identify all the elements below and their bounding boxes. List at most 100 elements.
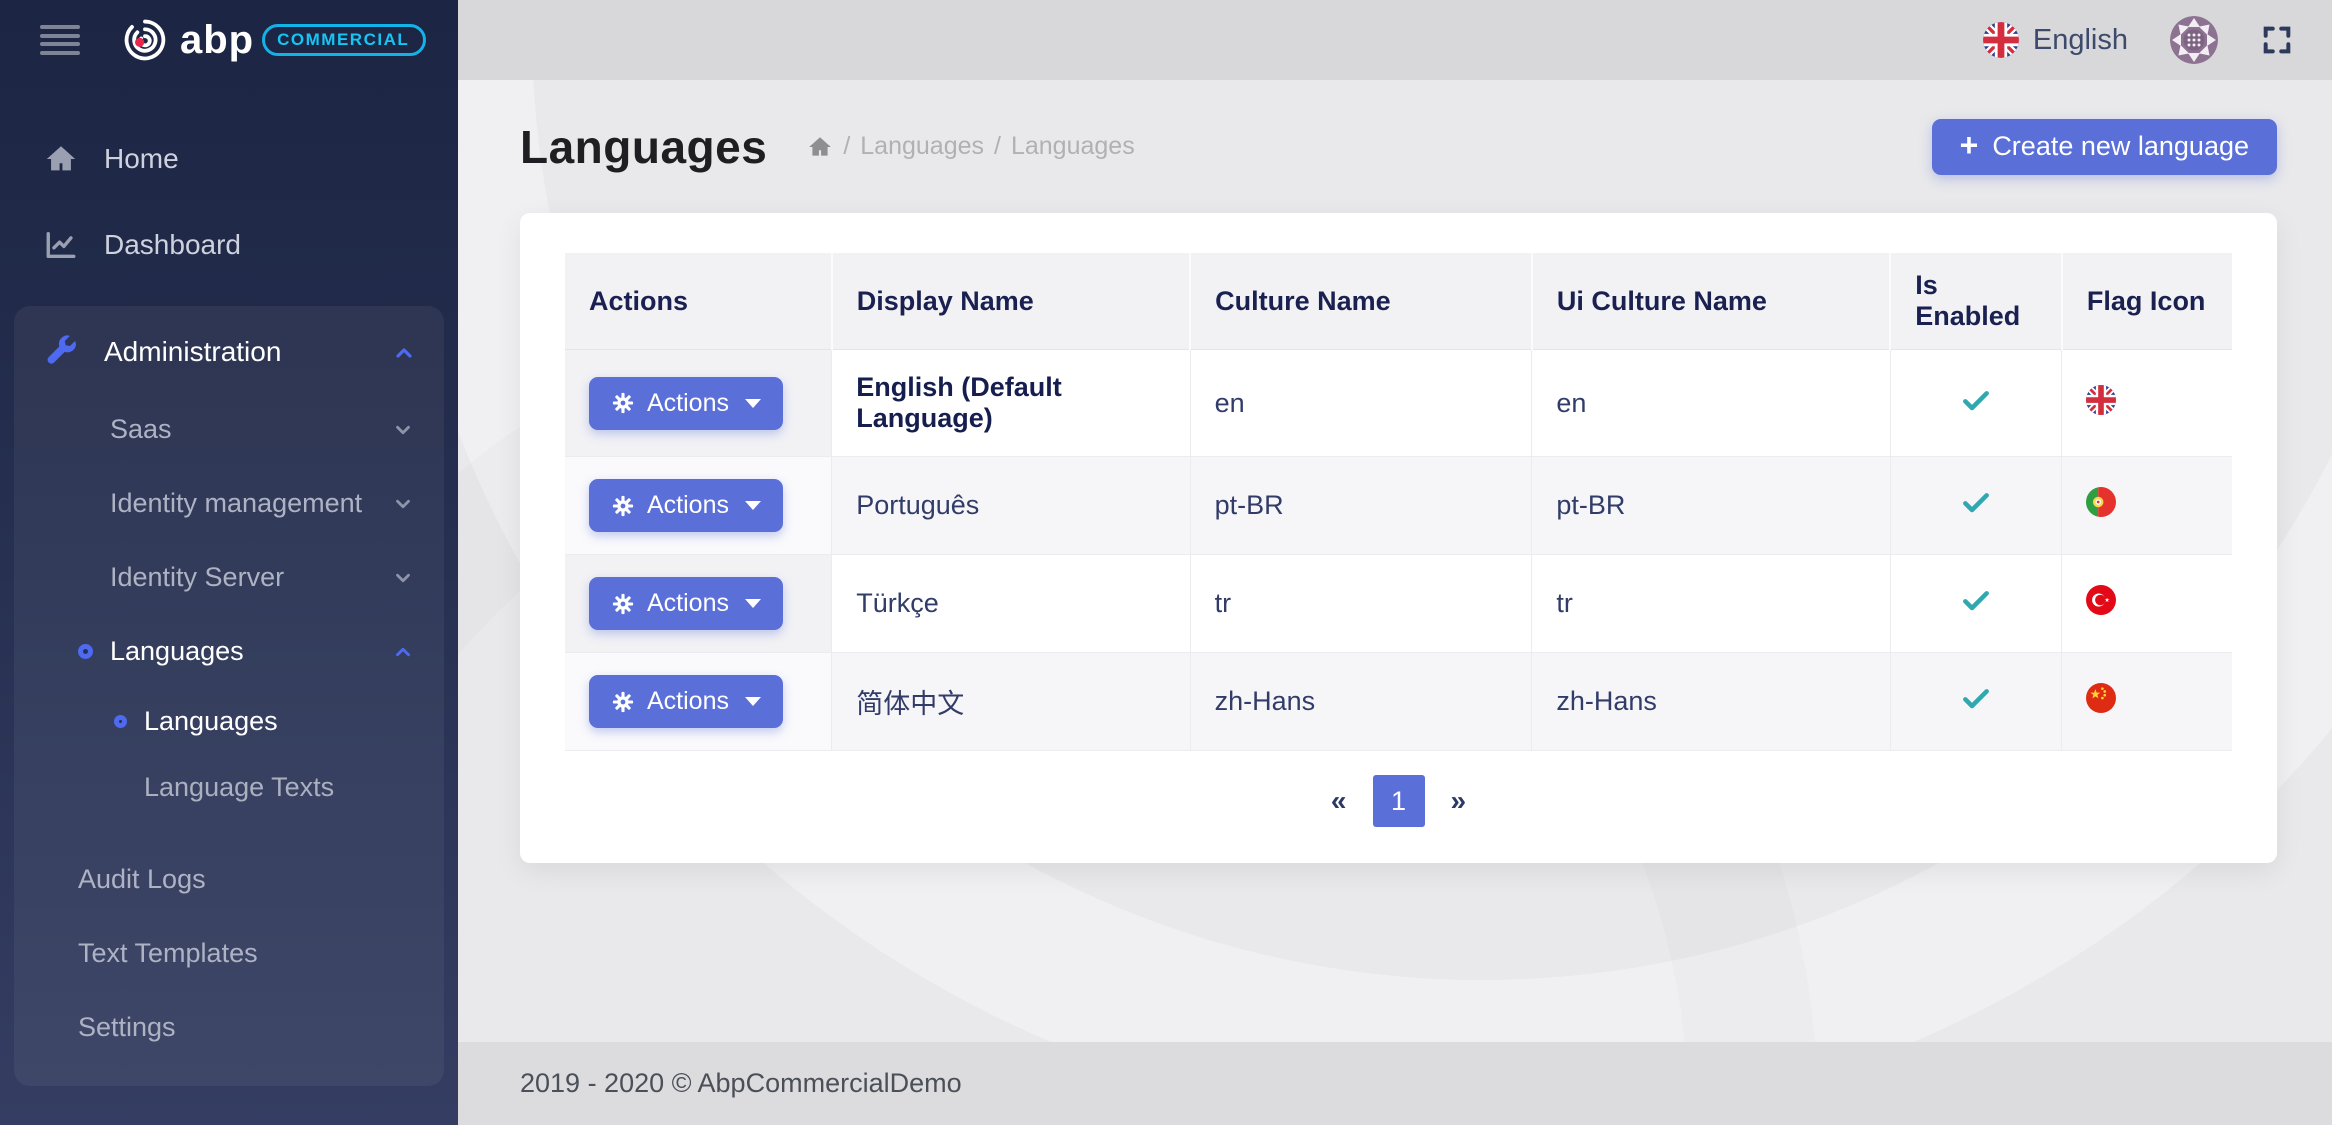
sidebar-item-label: Language Texts [144,772,334,803]
sidebar-item-identity-management[interactable]: Identity management [14,466,444,540]
breadcrumb: / Languages / Languages [807,132,1134,161]
language-switcher[interactable]: English [1983,22,2128,58]
dot-circle-icon [114,715,127,728]
culture-name-cell: tr [1190,555,1532,653]
sidebar-item-language-texts[interactable]: Language Texts [14,754,444,820]
sidebar-item-settings[interactable]: Settings [14,990,444,1064]
actions-button-label: Actions [647,589,729,618]
table-body: ActionsEnglish (Default Language)enenAct… [565,350,2232,751]
column-header-culture-name: Culture Name [1190,253,1532,350]
caret-down-icon [745,599,761,608]
flag-icon-cell [2062,457,2232,555]
tr-flag-icon [2086,585,2116,615]
is-enabled-cell [1890,350,2062,457]
table-header-row: Actions Display Name Culture Name Ui Cul… [565,253,2232,350]
check-icon [1960,392,1992,422]
copyright-text: 2019 - 2020 © AbpCommercialDemo [520,1068,962,1099]
ui-culture-name-cell: zh-Hans [1532,653,1890,751]
check-icon [1960,592,1992,622]
sidebar-item-home[interactable]: Home [0,116,458,202]
table-row: ActionsEnglish (Default Language)enen [565,350,2232,457]
is-enabled-cell [1890,457,2062,555]
languages-table: Actions Display Name Culture Name Ui Cul… [565,253,2232,751]
sidebar-item-audit-logs[interactable]: Audit Logs [14,842,444,916]
wrench-icon [44,335,78,369]
flag-icon-cell [2062,350,2232,457]
dashboard-chart-icon [44,228,78,262]
sidebar-item-text-templates[interactable]: Text Templates [14,916,444,990]
breadcrumb-home-icon[interactable] [807,134,833,160]
row-actions-button[interactable]: Actions [589,577,783,630]
culture-name-cell: en [1190,350,1532,457]
hamburger-menu-icon[interactable] [40,25,80,55]
display-name-cell: Português [832,457,1190,555]
breadcrumb-link[interactable]: Languages [860,132,984,161]
home-icon [44,142,78,176]
sidebar-item-label: Languages [144,706,278,737]
sidebar-item-label: Identity management [110,488,362,519]
page-header: Languages / Languages / Languages + Crea… [520,80,2277,213]
display-name-cell: 简体中文 [832,653,1190,751]
sidebar-item-dashboard[interactable]: Dashboard [0,202,458,288]
display-name-cell: Türkçe [832,555,1190,653]
actions-cell: Actions [565,555,832,653]
page-title: Languages [520,120,767,174]
sidebar-item-label: Text Templates [78,938,258,969]
ui-culture-name-cell: tr [1532,555,1890,653]
breadcrumb-link[interactable]: Languages [1011,132,1135,161]
caret-down-icon [745,501,761,510]
fullscreen-icon[interactable] [2260,23,2294,57]
sidebar-item-label: Settings [78,1012,176,1043]
check-icon [1960,690,1992,720]
sidebar-item-label: Home [104,143,179,175]
brand-badge: COMMERCIAL [262,24,426,56]
actions-button-label: Actions [647,389,729,418]
gear-icon [611,592,635,616]
brand-logo[interactable]: abp COMMERCIAL [122,17,426,63]
table-row: Actions简体中文zh-Hanszh-Hans [565,653,2232,751]
sidebar-item-label: Administration [104,336,281,368]
flag-icon-cell [2062,555,2232,653]
display-name-cell: English (Default Language) [832,350,1190,457]
row-actions-button[interactable]: Actions [589,675,783,728]
pagination-prev-button[interactable]: « [1305,785,1373,817]
chevron-up-icon [392,639,416,663]
brand-name: abp [180,20,254,60]
sidebar-item-administration[interactable]: Administration [14,312,444,392]
row-actions-button[interactable]: Actions [589,377,783,430]
pagination-page-1-button[interactable]: 1 [1373,775,1425,827]
topbar: English [458,0,2332,80]
breadcrumb-separator: / [843,132,850,161]
sidebar-item-languages[interactable]: Languages [14,688,444,754]
administration-panel: Administration Saas Identity management … [14,306,444,1086]
column-header-is-enabled: Is Enabled [1890,253,2062,350]
gear-icon [611,690,635,714]
sidebar-item-label: Saas [110,414,172,445]
breadcrumb-separator: / [994,132,1001,161]
column-header-flag-icon: Flag Icon [2062,253,2232,350]
actions-button-label: Actions [647,491,729,520]
sidebar-item-identity-server[interactable]: Identity Server [14,540,444,614]
sidebar-header: abp COMMERCIAL [0,0,458,80]
sidebar-item-languages-group[interactable]: Languages [14,614,444,688]
cn-flag-icon [2086,683,2116,713]
chevron-up-icon [392,340,416,364]
table-row: ActionsPortuguêspt-BRpt-BR [565,457,2232,555]
gear-icon [611,494,635,518]
create-new-language-button[interactable]: + Create new language [1932,119,2277,175]
table-row: ActionsTürkçetrtr [565,555,2232,653]
sidebar-item-saas[interactable]: Saas [14,392,444,466]
pagination: « 1 » [565,751,2232,833]
user-avatar[interactable] [2170,16,2218,64]
plus-icon: + [1960,129,1979,161]
column-header-display-name: Display Name [832,253,1190,350]
ui-culture-name-cell: pt-BR [1532,457,1890,555]
abp-logo-icon [122,17,168,63]
sidebar-item-label: Identity Server [110,562,284,593]
create-button-label: Create new language [1992,131,2249,162]
sidebar-item-label: Languages [110,636,244,667]
culture-name-cell: pt-BR [1190,457,1532,555]
row-actions-button[interactable]: Actions [589,479,783,532]
culture-name-cell: zh-Hans [1190,653,1532,751]
pagination-next-button[interactable]: » [1425,785,1493,817]
